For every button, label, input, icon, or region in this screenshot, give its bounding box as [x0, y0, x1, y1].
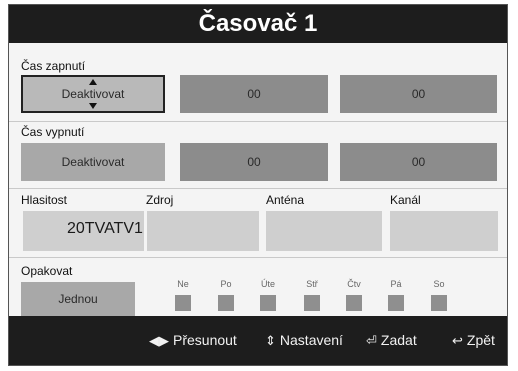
day-label-ne: Ne: [177, 279, 189, 289]
day-label-pa: Pá: [390, 279, 402, 289]
day-checkbox-po[interactable]: [218, 295, 234, 311]
return-arrow-icon: ↩: [452, 333, 463, 348]
adjust-hint-label: Nastavení: [279, 332, 343, 348]
back-hint-label: Zpět: [466, 332, 495, 348]
day-checkbox-ne[interactable]: [175, 295, 191, 311]
on-time-mode-select[interactable]: Deaktivovat: [21, 75, 165, 113]
on-time-label: Čas zapnutí: [21, 59, 86, 73]
channel-value: 1: [134, 220, 143, 237]
day-checkbox-ute[interactable]: [260, 295, 276, 311]
section-divider: [9, 121, 507, 122]
day-checkbox-ctv[interactable]: [346, 295, 362, 311]
move-hint-label: Přesunout: [173, 332, 237, 348]
dialog-title: Časovač 1: [9, 5, 507, 43]
channel-label: Kanál: [390, 193, 421, 207]
day-checkbox-so[interactable]: [431, 295, 447, 311]
day-label-so: So: [433, 279, 445, 289]
arrow-down-icon: [89, 103, 97, 109]
day-label-str: Stř: [306, 279, 318, 289]
off-time-hour-field[interactable]: 00: [180, 143, 328, 181]
arrow-up-icon: [89, 79, 97, 85]
antenna-label: Anténa: [266, 193, 305, 207]
adjust-hint: ⇕ Nastavení: [265, 316, 343, 365]
up-down-arrows-icon: ⇕: [265, 333, 276, 348]
source-value: TV: [84, 220, 105, 237]
footer-guide-bar: ◀▶ Přesunout ⇕ Nastavení ⏎ Zadat ↩ Zpět: [9, 316, 507, 365]
antenna-value: ATV: [104, 220, 134, 237]
source-field[interactable]: [147, 211, 259, 251]
source-label: Zdroj: [146, 193, 174, 207]
day-checkbox-str[interactable]: [304, 295, 320, 311]
enter-hint: ⏎ Zadat: [366, 316, 417, 365]
enter-hint-label: Zadat: [380, 332, 417, 348]
day-checkbox-pa[interactable]: [388, 295, 404, 311]
off-time-mode-select[interactable]: Deaktivovat: [21, 143, 165, 181]
on-time-minute-field[interactable]: 00: [340, 75, 497, 113]
selected-values-text: 20TVATV1: [67, 220, 143, 238]
section-divider: [9, 257, 507, 258]
on-time-mode-value: Deaktivovat: [61, 87, 125, 101]
on-time-hour-field[interactable]: 00: [180, 75, 328, 113]
antenna-field[interactable]: [266, 211, 382, 251]
back-hint: ↩ Zpět: [452, 316, 495, 365]
left-right-arrows-icon: ◀▶: [149, 333, 169, 348]
off-time-label: Čas vypnutí: [21, 125, 85, 139]
section-divider: [9, 188, 507, 189]
timer-dialog: Časovač 1 Čas zapnutí Deaktivovat 00 00 …: [8, 4, 508, 366]
off-time-minute-field[interactable]: 00: [340, 143, 497, 181]
repeat-label: Opakovat: [21, 264, 73, 278]
channel-field[interactable]: [390, 211, 498, 251]
repeat-select[interactable]: Jednou: [21, 282, 135, 316]
volume-label: Hlasitost: [21, 193, 68, 207]
move-hint: ◀▶ Přesunout: [149, 316, 237, 365]
timer-settings: Čas zapnutí Deaktivovat 00 00 Čas vypnut…: [9, 43, 507, 316]
day-label-ute: Úte: [260, 279, 275, 289]
day-label-ctv: Čtv: [347, 279, 361, 289]
enter-key-icon: ⏎: [366, 333, 377, 348]
day-label-po: Po: [220, 279, 232, 289]
volume-value: 20: [67, 220, 85, 237]
